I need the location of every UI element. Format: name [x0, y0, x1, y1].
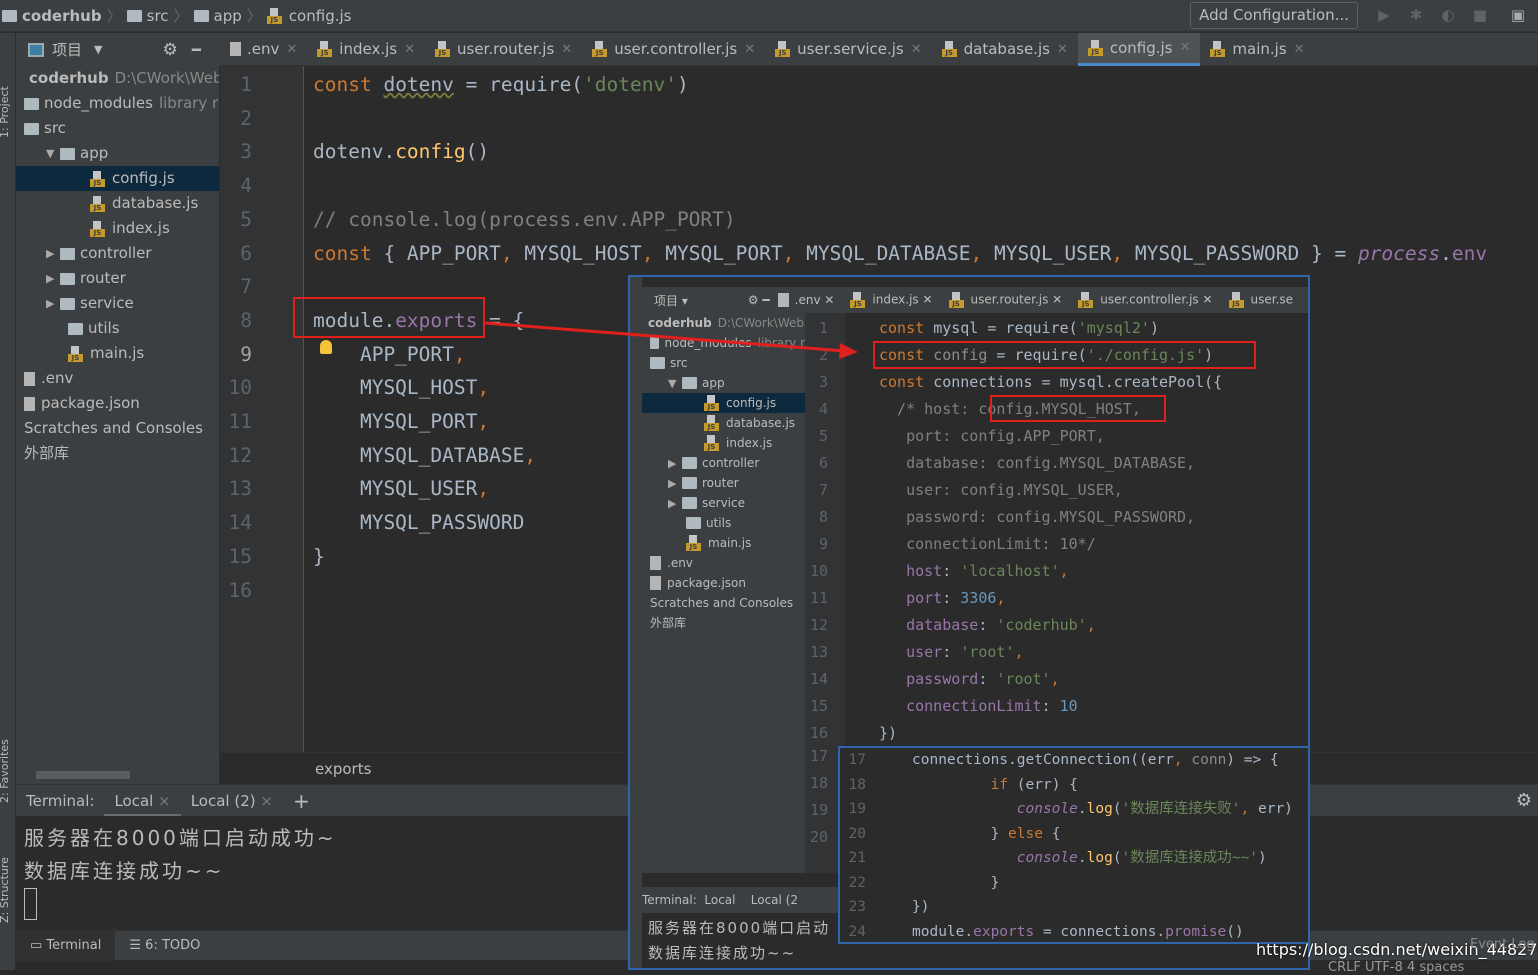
annotation-arrow [484, 321, 858, 359]
event-log-button[interactable]: Event Log [1470, 937, 1535, 952]
status-encoding[interactable]: CRLF UTF-8 4 spaces [1328, 960, 1464, 975]
